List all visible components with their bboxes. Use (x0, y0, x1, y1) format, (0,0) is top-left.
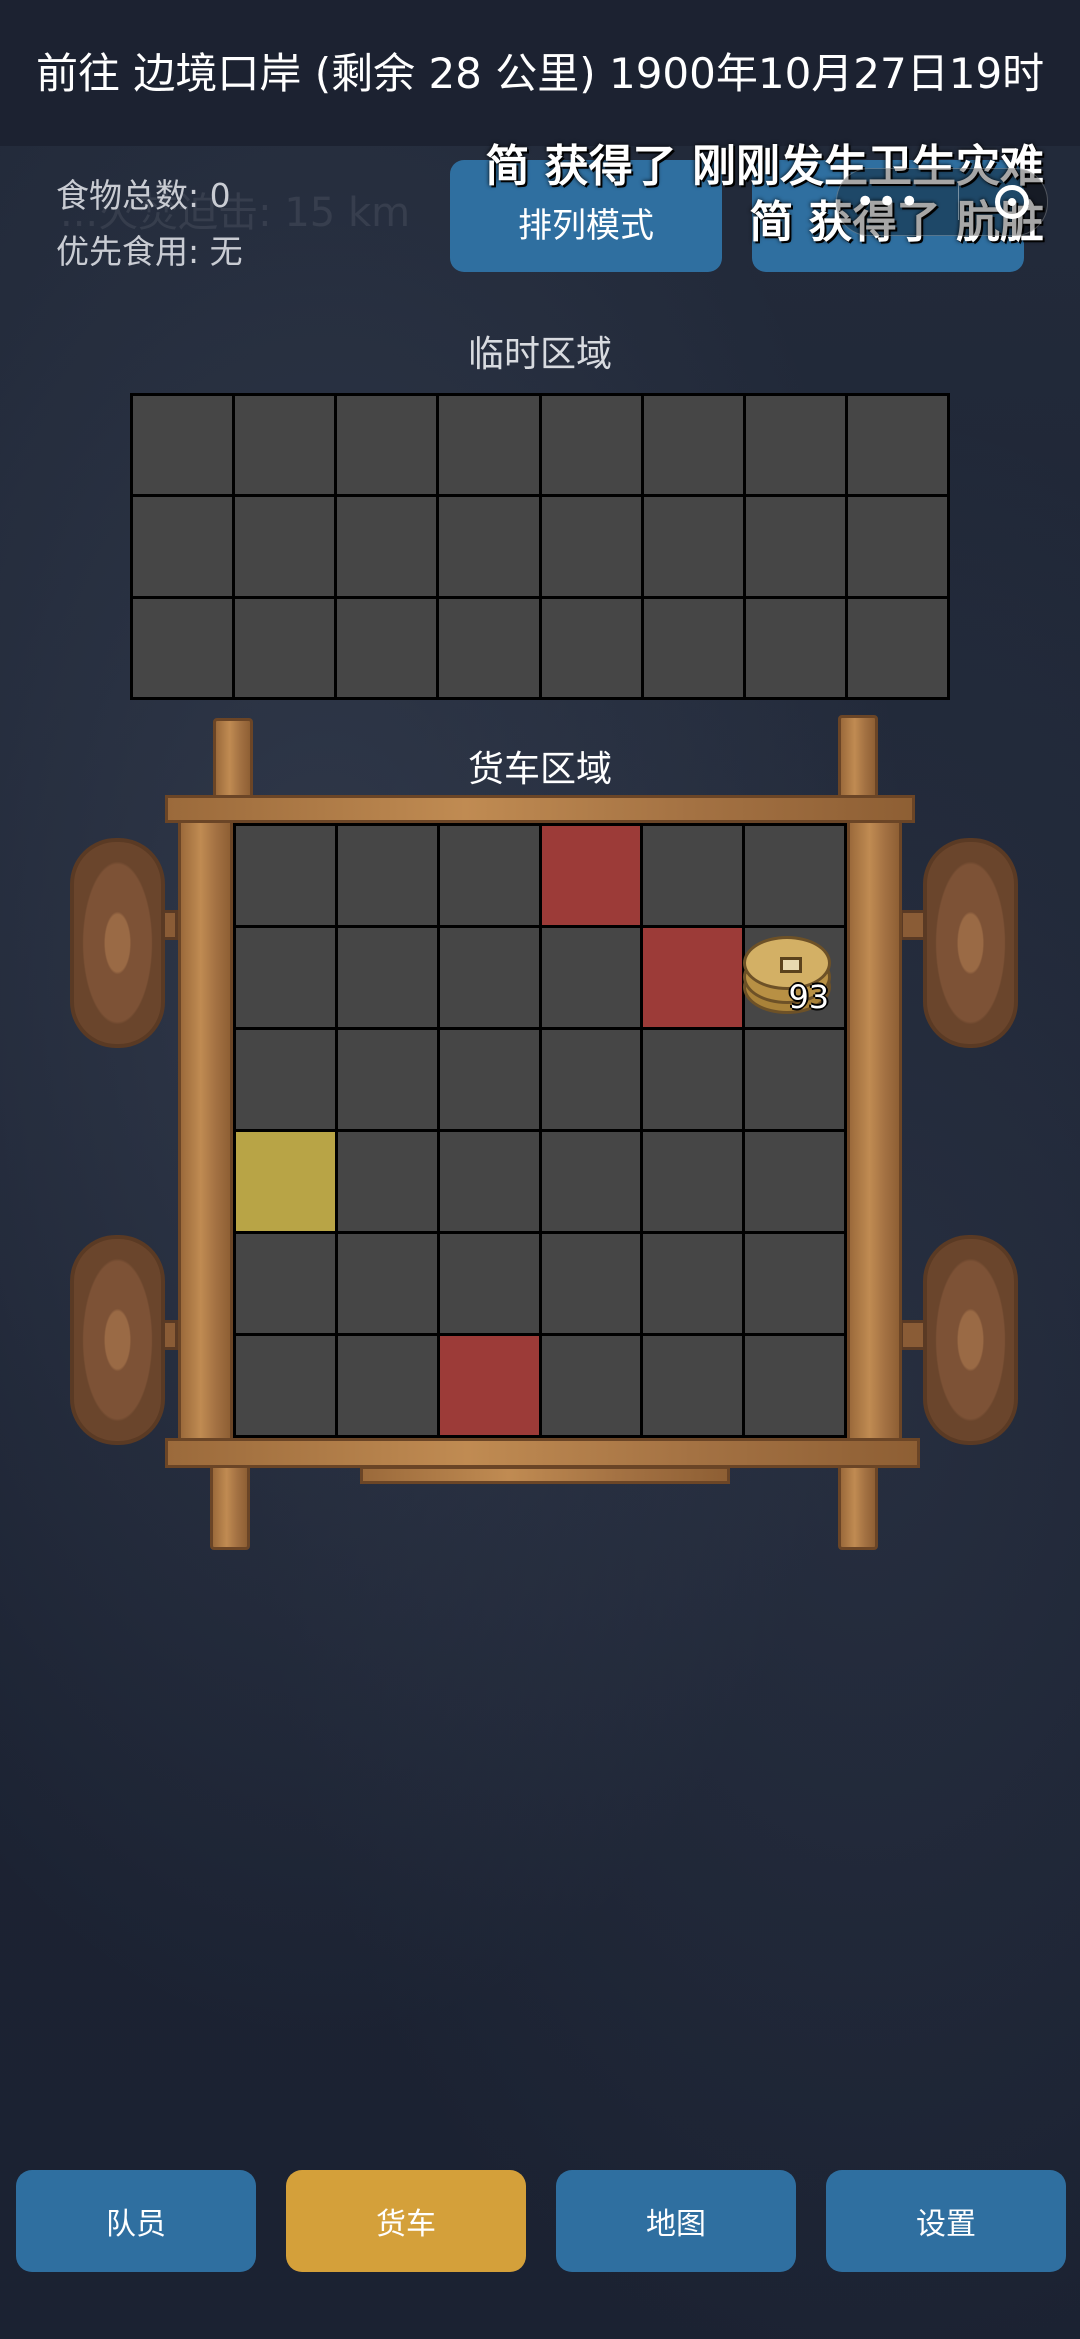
temp-slot[interactable] (541, 497, 641, 596)
temp-slot[interactable] (847, 497, 947, 596)
temp-slot[interactable] (745, 396, 845, 495)
cart-slot[interactable] (745, 1234, 844, 1333)
cart-slot[interactable] (337, 1234, 437, 1333)
cart-slot[interactable] (745, 826, 844, 925)
temp-slot[interactable] (439, 598, 539, 697)
temp-slot[interactable] (337, 598, 437, 697)
cart-slot[interactable] (541, 1030, 641, 1129)
cart-slot[interactable] (745, 1132, 844, 1231)
cart-slot[interactable] (439, 1030, 539, 1129)
temp-slot[interactable] (541, 396, 641, 495)
cart-slot[interactable] (439, 1234, 539, 1333)
cart-area-grid: 93 (233, 823, 847, 1438)
more-dots-icon[interactable]: ••• (855, 182, 921, 222)
food-total: 食物总数: 0 (56, 176, 231, 215)
cart-slot[interactable] (643, 1234, 743, 1333)
temp-slot[interactable] (235, 598, 335, 697)
cart-slot[interactable] (541, 1336, 641, 1435)
coin-count: 93 (788, 978, 830, 1016)
cart-slot[interactable] (236, 1234, 335, 1333)
cart-slot[interactable] (236, 1336, 335, 1435)
cart-slot[interactable] (643, 826, 743, 925)
cart-frame-bottom (165, 1438, 920, 1468)
cart-wheel (923, 838, 1018, 1048)
cart-slot[interactable] (643, 1132, 743, 1231)
journey-status-title: 前往 边境口岸 (剩余 28 公里) 1900年10月27日19时 (36, 49, 1045, 98)
cart-slot-highlight[interactable] (236, 1132, 335, 1231)
cart-slot[interactable] (541, 1132, 641, 1231)
cart-slot[interactable] (643, 1336, 743, 1435)
cart-slot[interactable] (337, 1030, 437, 1129)
cart-slot-blocked[interactable] (541, 826, 641, 925)
temp-slot[interactable] (133, 598, 233, 697)
temp-slot[interactable] (541, 598, 641, 697)
food-info: 食物总数: 0 优先食用: 无 (56, 168, 243, 280)
cart-slot[interactable] (439, 928, 539, 1027)
cart-slot[interactable] (439, 1132, 539, 1231)
temp-slot[interactable] (847, 598, 947, 697)
capsule-divider (957, 184, 959, 220)
cart-frame-right (847, 800, 902, 1460)
temp-slot[interactable] (235, 396, 335, 495)
food-priority: 优先食用: 无 (56, 232, 243, 271)
temp-slot[interactable] (337, 396, 437, 495)
cart-slot[interactable] (337, 1132, 437, 1231)
cart-slot-blocked[interactable] (439, 1336, 539, 1435)
nav-button-settings[interactable]: 设置 (826, 2170, 1066, 2272)
temp-slot[interactable] (643, 396, 743, 495)
mini-program-capsule: ••• (836, 168, 1048, 236)
cart-wheel (923, 1235, 1018, 1445)
cart-slot[interactable] (337, 826, 437, 925)
temp-area-grid (130, 393, 950, 700)
nav-button-cart[interactable]: 货车 (286, 2170, 526, 2272)
cart-slot[interactable] (236, 928, 335, 1027)
cart-area-label: 货车区域 (467, 749, 613, 790)
cart-slot[interactable] (745, 1336, 844, 1435)
temp-slot[interactable] (643, 497, 743, 596)
cart-slot[interactable] (541, 928, 641, 1027)
cart-slot[interactable] (439, 826, 539, 925)
cart-frame-left (178, 800, 233, 1460)
cart-wheel (70, 838, 165, 1048)
cart-slot[interactable] (337, 928, 437, 1027)
cart-frame-base (360, 1466, 730, 1484)
temp-slot[interactable] (439, 497, 539, 596)
temp-slot[interactable] (643, 598, 743, 697)
cart-slot[interactable] (643, 1030, 743, 1129)
temp-slot[interactable] (133, 396, 233, 495)
temp-slot[interactable] (847, 396, 947, 495)
nav-button-map[interactable]: 地图 (556, 2170, 796, 2272)
cart-slot[interactable] (236, 1030, 335, 1129)
coin-icon[interactable]: 93 (741, 932, 833, 1018)
temp-slot[interactable] (439, 396, 539, 495)
cart-slot[interactable] (541, 1234, 641, 1333)
temp-area-label: 临时区域 (467, 334, 613, 375)
cart-slot-blocked[interactable] (643, 928, 743, 1027)
cart-slot[interactable] (337, 1336, 437, 1435)
temp-slot[interactable] (235, 497, 335, 596)
temp-slot[interactable] (133, 497, 233, 596)
target-ring-icon[interactable] (994, 185, 1029, 219)
cart-slot[interactable] (236, 826, 335, 925)
cart-wheel (70, 1235, 165, 1445)
nav-button-team[interactable]: 队员 (16, 2170, 256, 2272)
temp-slot[interactable] (745, 497, 845, 596)
top-bar: 前往 边境口岸 (剩余 28 公里) 1900年10月27日19时 (0, 0, 1080, 146)
temp-slot[interactable] (337, 497, 437, 596)
temp-slot[interactable] (745, 598, 845, 697)
cart-slot[interactable] (745, 1030, 844, 1129)
cart-slot[interactable]: 93 (743, 928, 844, 1027)
cart-frame-top (165, 795, 915, 823)
